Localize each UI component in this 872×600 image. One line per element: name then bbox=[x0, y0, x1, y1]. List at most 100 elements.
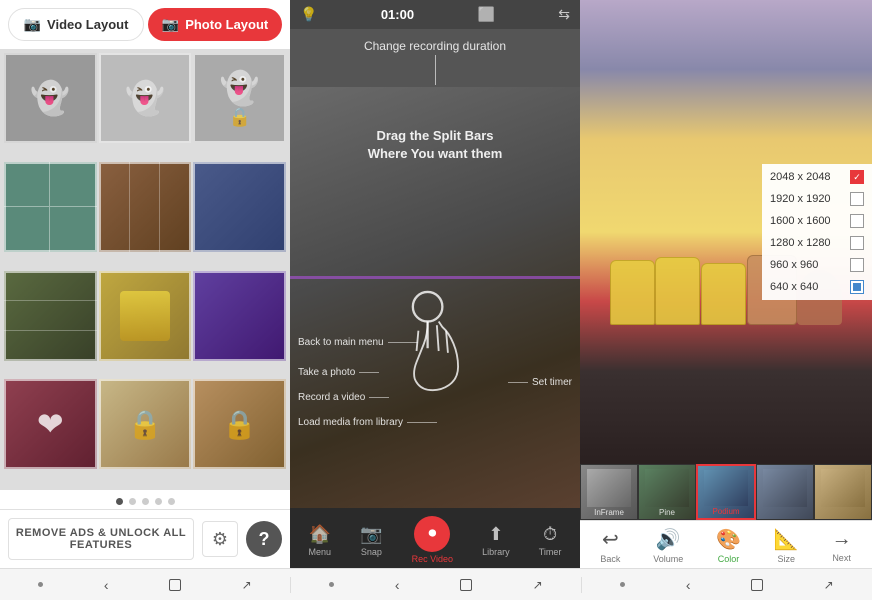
size-option-1280[interactable]: 1280 x 1280 bbox=[770, 236, 864, 250]
status-section-left: ‹ ↗ bbox=[0, 577, 291, 593]
size-1600-checkbox[interactable] bbox=[850, 214, 864, 228]
record-label: Record a video bbox=[298, 392, 365, 403]
nav-menu-button[interactable]: 🏠 Menu bbox=[309, 524, 332, 557]
menu-icon: 🏠 bbox=[309, 524, 331, 545]
snap-label: Snap bbox=[361, 547, 382, 557]
next-button[interactable]: → Next bbox=[832, 528, 852, 563]
settings-button[interactable]: ⚙ bbox=[202, 521, 238, 557]
thumb-5[interactable] bbox=[814, 464, 872, 520]
light-icon: 💡 bbox=[300, 6, 317, 23]
size-options-panel: 2048 x 2048 ✓ 1920 x 1920 1600 x 1600 12… bbox=[762, 164, 872, 300]
size-option-960[interactable]: 960 x 960 bbox=[770, 258, 864, 272]
status-square-mid bbox=[460, 579, 472, 591]
status-dot-mid bbox=[329, 582, 334, 587]
dot-2[interactable] bbox=[129, 498, 136, 505]
photo-layout-button[interactable]: 📷 Photo Layout bbox=[148, 8, 282, 41]
back-button[interactable]: ↩ Back bbox=[600, 527, 620, 564]
layout-cell-ghost2[interactable]: 👻 bbox=[99, 53, 192, 143]
take-photo-label: Take a photo bbox=[298, 367, 355, 378]
layout-cell-brown[interactable] bbox=[99, 162, 192, 252]
remove-ads-button[interactable]: REMOVE ADS & UNLOCK ALL FEATURES bbox=[8, 518, 194, 560]
video-layout-button[interactable]: 📷 Video Layout bbox=[8, 8, 144, 41]
size-640-checkbox[interactable] bbox=[850, 280, 864, 294]
gear-icon: ⚙ bbox=[212, 529, 228, 550]
load-media-label: Load media from library bbox=[298, 417, 403, 428]
thumb-4[interactable] bbox=[756, 464, 814, 520]
video-layout-label: Video Layout bbox=[47, 17, 128, 32]
set-timer-annotation: Set timer bbox=[508, 377, 572, 388]
layout-cell-yellow[interactable] bbox=[99, 271, 192, 361]
volume-button[interactable]: 🔊 Volume bbox=[653, 527, 683, 564]
nav-rec-video-button[interactable]: ⏺ Rec Video bbox=[412, 516, 453, 564]
size-2048-checkbox[interactable]: ✓ bbox=[850, 170, 864, 184]
back-icon: ↩ bbox=[602, 527, 619, 552]
video-icon: 📷 bbox=[24, 16, 41, 33]
size-option-1920[interactable]: 1920 x 1920 bbox=[770, 192, 864, 206]
library-label: Library bbox=[482, 547, 510, 557]
middle-nav-bar: 🏠 Menu 📷 Snap ⏺ Rec Video ⬆ Library ⏱ bbox=[290, 508, 580, 568]
layout-cell-lock1[interactable]: 🔒 bbox=[99, 379, 192, 469]
library-icon: ⬆ bbox=[488, 524, 503, 545]
thumb-pine-label: Pine bbox=[659, 508, 675, 517]
size-button[interactable]: 📐 Size bbox=[774, 527, 799, 564]
volume-label: Volume bbox=[653, 554, 683, 564]
layout-grid: 👻 👻 👻 🔒 bbox=[0, 49, 290, 490]
dot-5[interactable] bbox=[168, 498, 175, 505]
thumb-podium[interactable]: Podium bbox=[696, 464, 756, 520]
photo-icon: 📷 bbox=[162, 16, 179, 33]
thumb-pine[interactable]: Pine bbox=[638, 464, 696, 520]
nav-snap-button[interactable]: 📷 Snap bbox=[360, 524, 382, 557]
help-button[interactable]: ? bbox=[246, 521, 282, 557]
size-1920-checkbox[interactable] bbox=[850, 192, 864, 206]
status-back-left[interactable]: ‹ bbox=[104, 577, 109, 593]
duration-line bbox=[435, 55, 436, 85]
set-timer-label: Set timer bbox=[532, 377, 572, 388]
size-2048-label: 2048 x 2048 bbox=[770, 171, 831, 183]
size-option-2048[interactable]: 2048 x 2048 ✓ bbox=[770, 170, 864, 184]
color-label: Color bbox=[718, 554, 740, 564]
status-section-right: ‹ ↗ bbox=[582, 577, 872, 593]
layout-cell-ghost1[interactable]: 👻 bbox=[4, 53, 97, 143]
color-button[interactable]: 🎨 Color bbox=[716, 527, 741, 564]
layout-cell-teal[interactable] bbox=[4, 162, 97, 252]
size-option-1600[interactable]: 1600 x 1600 bbox=[770, 214, 864, 228]
layout-cell-ghost3[interactable]: 👻 🔒 bbox=[193, 53, 286, 143]
status-bar: ‹ ↗ ‹ ↗ ‹ ↗ bbox=[0, 568, 872, 600]
status-square-left bbox=[169, 579, 181, 591]
dot-4[interactable] bbox=[155, 498, 162, 505]
nav-timer-button[interactable]: ⏱ Timer bbox=[539, 524, 562, 557]
back-label: Back to main menu bbox=[298, 337, 384, 348]
size-icon: 📐 bbox=[774, 527, 799, 552]
nav-library-button[interactable]: ⬆ Library bbox=[482, 524, 510, 557]
status-arrow-left: ↗ bbox=[242, 578, 252, 592]
timer-icon: ⏱ bbox=[543, 524, 557, 545]
status-dot-right bbox=[620, 582, 625, 587]
thumb-inframe[interactable]: InFrame bbox=[580, 464, 638, 520]
menu-label: Menu bbox=[309, 547, 332, 557]
middle-top-bar: 💡 01:00 ⬜ ⇆ bbox=[290, 0, 580, 29]
size-option-640[interactable]: 640 x 640 bbox=[770, 280, 864, 294]
size-960-checkbox[interactable] bbox=[850, 258, 864, 272]
thumbnail-strip: InFrame Pine Podium bbox=[580, 464, 872, 520]
thumb-inframe-label: InFrame bbox=[594, 508, 624, 517]
record-annotation: Record a video bbox=[298, 392, 389, 403]
layout-cell-purple[interactable] bbox=[193, 271, 286, 361]
dot-1[interactable] bbox=[116, 498, 123, 505]
photo-layout-label: Photo Layout bbox=[185, 17, 268, 32]
layout-cell-lock2[interactable]: 🔒 bbox=[193, 379, 286, 469]
timer-nav-label: Timer bbox=[539, 547, 562, 557]
layout-cell-heart[interactable]: ❤ bbox=[4, 379, 97, 469]
size-1280-checkbox[interactable] bbox=[850, 236, 864, 250]
pagination bbox=[0, 490, 290, 509]
status-back-mid[interactable]: ‹ bbox=[395, 577, 400, 593]
volume-icon: 🔊 bbox=[656, 527, 681, 552]
camera-preview[interactable]: Drag the Split BarsWhere You want them B… bbox=[290, 87, 580, 508]
right-bottom-bar: ↩ Back 🔊 Volume 🎨 Color 📐 Size → Next bbox=[580, 520, 872, 568]
take-photo-annotation: Take a photo bbox=[298, 367, 379, 378]
dot-3[interactable] bbox=[142, 498, 149, 505]
layout-cell-green[interactable] bbox=[4, 271, 97, 361]
status-back-right[interactable]: ‹ bbox=[686, 577, 691, 593]
size-1600-label: 1600 x 1600 bbox=[770, 215, 831, 227]
layout-cell-blue[interactable] bbox=[193, 162, 286, 252]
size-1280-label: 1280 x 1280 bbox=[770, 237, 831, 249]
